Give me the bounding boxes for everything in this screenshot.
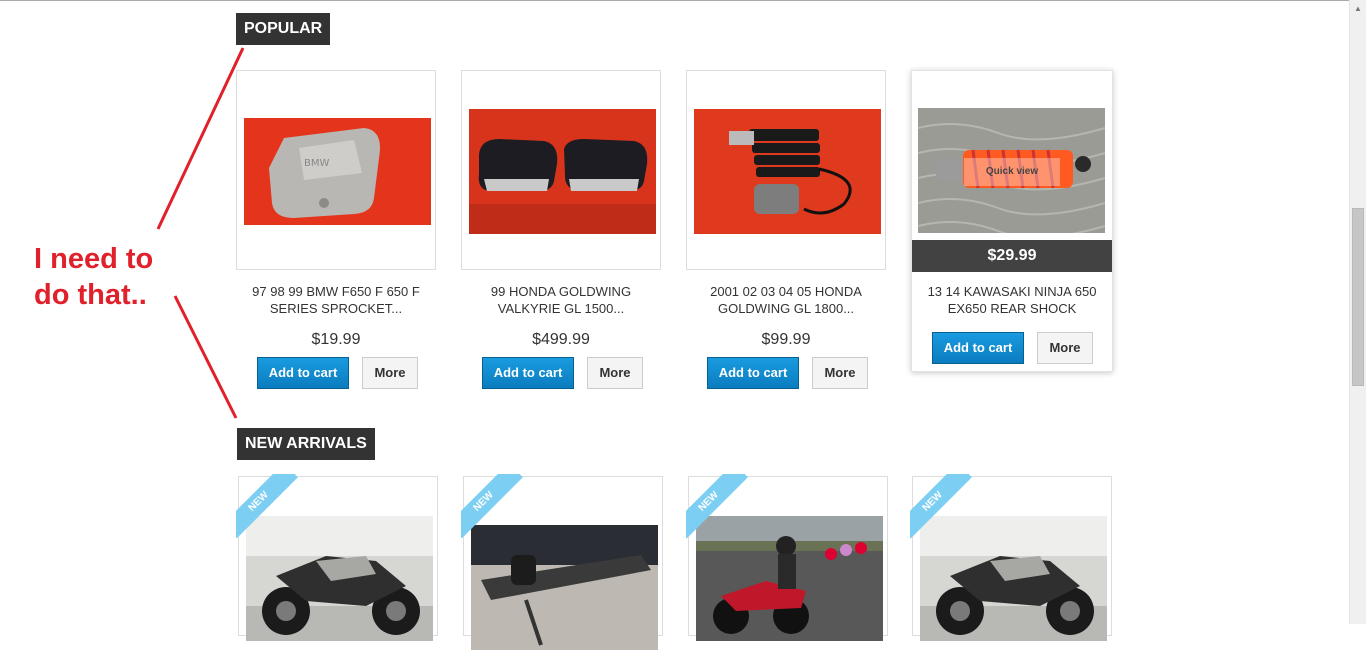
more-button[interactable]: More <box>1037 332 1093 364</box>
annotation-line-top <box>156 47 245 230</box>
product-image[interactable] <box>469 109 656 234</box>
svg-text:BMW: BMW <box>304 158 329 169</box>
add-to-cart-button[interactable]: Add to cart <box>257 357 349 389</box>
product-card[interactable] <box>912 476 1112 641</box>
product-price: $19.99 <box>311 331 361 348</box>
product-card[interactable]: BMW <box>236 70 436 270</box>
product-image[interactable] <box>696 516 883 641</box>
scroll-up-icon[interactable]: ▲ <box>1350 0 1366 17</box>
product-name[interactable]: 13 14 KAWASAKI NINJA 650 EX650 REAR SHOC… <box>912 283 1112 317</box>
add-to-cart-button[interactable]: Add to cart <box>932 332 1024 364</box>
section-title-new-arrivals: NEW ARRIVALS <box>237 428 375 460</box>
annotation-line-bottom <box>173 295 238 419</box>
product-image[interactable]: BMW <box>244 118 431 225</box>
product-image[interactable] <box>694 109 881 234</box>
product-name[interactable]: 97 98 99 BMW F650 F 650 F SERIES SPROCKE… <box>236 283 436 317</box>
product-name[interactable]: 99 HONDA GOLDWING VALKYRIE GL 1500... <box>461 283 661 317</box>
add-to-cart-button[interactable]: Add to cart <box>707 357 799 389</box>
section-title-popular: POPULAR <box>236 13 331 45</box>
product-card[interactable] <box>461 70 661 270</box>
annotation-lines <box>156 47 245 419</box>
product-name[interactable]: 2001 02 03 04 05 HONDA GOLDWING GL 1800.… <box>686 283 886 317</box>
product-price: $99.99 <box>761 331 811 348</box>
product-image[interactable] <box>920 516 1107 641</box>
product-card[interactable] <box>463 476 663 650</box>
product-card[interactable] <box>688 476 888 641</box>
top-border <box>0 0 1366 1</box>
vertical-scrollbar[interactable]: ▲ <box>1349 0 1366 624</box>
product-price: $499.99 <box>532 331 590 348</box>
annotation-text: I need to do that.. <box>34 241 194 313</box>
more-button[interactable]: More <box>812 357 868 389</box>
annotation-line-1: I need to <box>34 243 154 275</box>
product-card[interactable] <box>238 476 438 641</box>
quick-view-button[interactable]: Quick view <box>964 158 1060 186</box>
product-price-bar: $29.99 <box>912 240 1112 272</box>
product-card[interactable] <box>686 70 886 270</box>
annotation-line-2: do that.. <box>34 279 147 311</box>
more-button[interactable]: More <box>362 357 418 389</box>
scrollbar-thumb[interactable] <box>1352 208 1364 386</box>
product-image[interactable] <box>246 516 433 641</box>
product-image[interactable] <box>471 525 658 650</box>
add-to-cart-button[interactable]: Add to cart <box>482 357 574 389</box>
more-button[interactable]: More <box>587 357 643 389</box>
